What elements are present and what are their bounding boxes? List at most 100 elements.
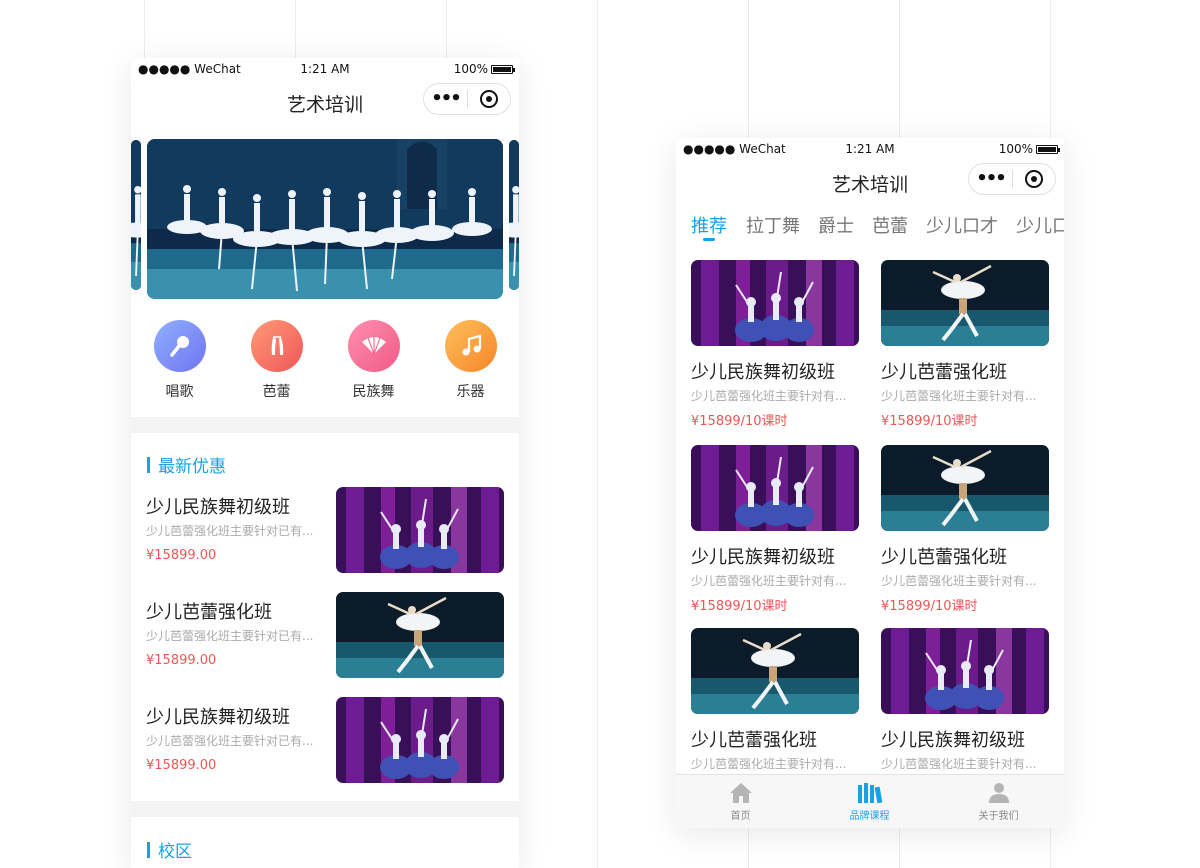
course-title: 少儿民族舞初级班 (691, 362, 835, 383)
top-panel: 唱歌 芭蕾 民族舞 乐器 (131, 124, 519, 417)
course-description: 少儿芭蕾强化班主要针对已有... (146, 629, 314, 643)
bottom-tab-label: 首页 (730, 811, 751, 822)
tab-kids-eloquence-2[interactable]: 少儿口 (1016, 212, 1064, 238)
battery-icon (1036, 144, 1060, 154)
section-header: 校区 (147, 837, 192, 862)
music-note-icon (444, 320, 497, 372)
bottom-tab-courses[interactable]: 品牌课程 (805, 775, 934, 828)
section-accent-bar (147, 841, 150, 858)
bottom-tab-home[interactable]: 首页 (676, 775, 805, 828)
user-icon (988, 783, 1009, 803)
phone-screen-courses: ●●●●● WeChat 1:21 AM 100% 艺术培训 ••• 推荐 拉丁… (676, 138, 1064, 828)
course-card[interactable]: 少儿芭蕾强化班 少儿芭蕾强化班主要针对有... ¥15899/10课时 (881, 260, 1049, 435)
course-image (336, 487, 504, 573)
course-description: 少儿芭蕾强化班主要针对有... (881, 389, 1037, 403)
target-icon (1024, 170, 1043, 188)
microphone-icon (153, 320, 206, 372)
banner-prev-peek[interactable] (131, 140, 141, 290)
course-description: 少儿芭蕾强化班主要针对有... (691, 389, 847, 403)
tab-recommended[interactable]: 推荐 (691, 212, 727, 238)
bottom-tab-bar: 首页 品牌课程 关于我们 (676, 774, 1064, 828)
course-card[interactable]: 少儿民族舞初级班 少儿芭蕾强化班主要针对有... ¥15899/10课时 (691, 445, 859, 620)
promo-list-item[interactable]: 少儿民族舞初级班 少儿芭蕾强化班主要针对已有... ¥15899.00 (131, 487, 519, 573)
course-card[interactable]: 少儿芭蕾强化班 少儿芭蕾强化班主要针对有... (691, 628, 859, 774)
course-image (691, 260, 859, 346)
status-bar: ●●●●● WeChat 1:21 AM 100% (131, 58, 519, 80)
section-header: 最新优惠 (147, 452, 226, 477)
bottom-tab-label: 品牌课程 (849, 811, 890, 822)
course-price: ¥15899/10课时 (691, 414, 788, 429)
course-price: ¥15899.00 (146, 653, 217, 668)
course-grid: 少儿民族舞初级班 少儿芭蕾强化班主要针对有... ¥15899/10课时 少儿芭… (676, 248, 1064, 774)
course-image (336, 697, 504, 783)
status-bar: ●●●●● WeChat 1:21 AM 100% (676, 138, 1064, 160)
course-image (336, 592, 504, 678)
active-tab-indicator (703, 238, 715, 241)
course-title: 少儿民族舞初级班 (146, 497, 290, 518)
promo-list-item[interactable]: 少儿民族舞初级班 少儿芭蕾强化班主要针对已有... ¥15899.00 (131, 697, 519, 783)
nav-bar: 艺术培训 ••• (676, 160, 1064, 204)
close-miniprogram-button[interactable] (468, 90, 510, 108)
course-card[interactable]: 少儿民族舞初级班 少儿芭蕾强化班主要针对有... (881, 628, 1049, 774)
course-description: 少儿芭蕾强化班主要针对有... (881, 757, 1037, 771)
more-icon[interactable]: ••• (969, 164, 1012, 194)
more-icon[interactable]: ••• (424, 84, 467, 114)
banner-next-peek[interactable] (509, 140, 519, 290)
course-title: 少儿芭蕾强化班 (146, 602, 272, 623)
home-icon (729, 783, 752, 803)
course-description: 少儿芭蕾强化班主要针对有... (691, 757, 847, 771)
promo-list-item[interactable]: 少儿芭蕾强化班 少儿芭蕾强化班主要针对已有... ¥15899.00 (131, 592, 519, 678)
category-tabs: 推荐 拉丁舞 爵士 芭蕾 少儿口才 少儿口 (676, 204, 1064, 248)
banner-carousel-image[interactable] (147, 139, 503, 299)
battery-percent: 100% (998, 142, 1033, 156)
miniprogram-capsule: ••• (423, 83, 511, 115)
category-ballet[interactable]: 芭蕾 (228, 320, 325, 401)
course-title: 少儿民族舞初级班 (146, 707, 290, 728)
tab-kids-eloquence[interactable]: 少儿口才 (926, 212, 998, 238)
course-price: ¥15899/10课时 (881, 599, 978, 614)
category-instruments[interactable]: 乐器 (422, 320, 519, 401)
close-miniprogram-button[interactable] (1013, 170, 1055, 188)
category-folk-dance[interactable]: 民族舞 (325, 320, 422, 401)
tab-latin-dance[interactable]: 拉丁舞 (746, 212, 800, 238)
tab-jazz[interactable]: 爵士 (818, 212, 854, 238)
course-card[interactable]: 少儿民族舞初级班 少儿芭蕾强化班主要针对有... ¥15899/10课时 (691, 260, 859, 435)
course-price: ¥15899/10课时 (881, 414, 978, 429)
course-description: 少儿芭蕾强化班主要针对有... (691, 574, 847, 588)
course-price: ¥15899/10课时 (691, 599, 788, 614)
course-title: 少儿芭蕾强化班 (881, 547, 1007, 568)
campus-section: 校区 (131, 817, 519, 868)
bottom-tab-about[interactable]: 关于我们 (934, 775, 1063, 828)
course-description: 少儿芭蕾强化班主要针对已有... (146, 524, 314, 538)
battery-indicator: 100% (453, 62, 515, 76)
target-icon (479, 90, 498, 108)
tab-ballet[interactable]: 芭蕾 (872, 212, 908, 238)
course-title: 少儿芭蕾强化班 (691, 730, 817, 751)
nav-bar: 艺术培训 ••• (131, 80, 519, 124)
course-image (881, 445, 1049, 531)
section-title: 最新优惠 (158, 457, 226, 477)
course-description: 少儿芭蕾强化班主要针对已有... (146, 734, 314, 748)
battery-percent: 100% (453, 62, 488, 76)
category-label: 民族舞 (352, 384, 395, 400)
course-image (691, 445, 859, 531)
course-card[interactable]: 少儿芭蕾强化班 少儿芭蕾强化班主要针对有... ¥15899/10课时 (881, 445, 1049, 620)
section-accent-bar (147, 456, 150, 473)
bottom-tab-label: 关于我们 (978, 811, 1019, 822)
books-icon (857, 783, 882, 804)
battery-indicator: 100% (998, 142, 1060, 156)
miniprogram-capsule: ••• (968, 163, 1056, 195)
section-title: 校区 (158, 842, 192, 862)
course-image (881, 260, 1049, 346)
course-price: ¥15899.00 (146, 548, 217, 563)
background-gridline (597, 0, 598, 868)
category-row: 唱歌 芭蕾 民族舞 乐器 (131, 320, 519, 401)
category-singing[interactable]: 唱歌 (131, 320, 228, 401)
category-label: 芭蕾 (262, 384, 291, 400)
course-title: 少儿芭蕾强化班 (881, 362, 1007, 383)
ballet-shoes-icon (250, 320, 303, 372)
course-title: 少儿民族舞初级班 (691, 547, 835, 568)
course-title: 少儿民族舞初级班 (881, 730, 1025, 751)
course-price: ¥15899.00 (146, 758, 217, 773)
phone-screen-home: ●●●●● WeChat 1:21 AM 100% 艺术培训 ••• 唱歌 芭蕾… (131, 58, 519, 868)
